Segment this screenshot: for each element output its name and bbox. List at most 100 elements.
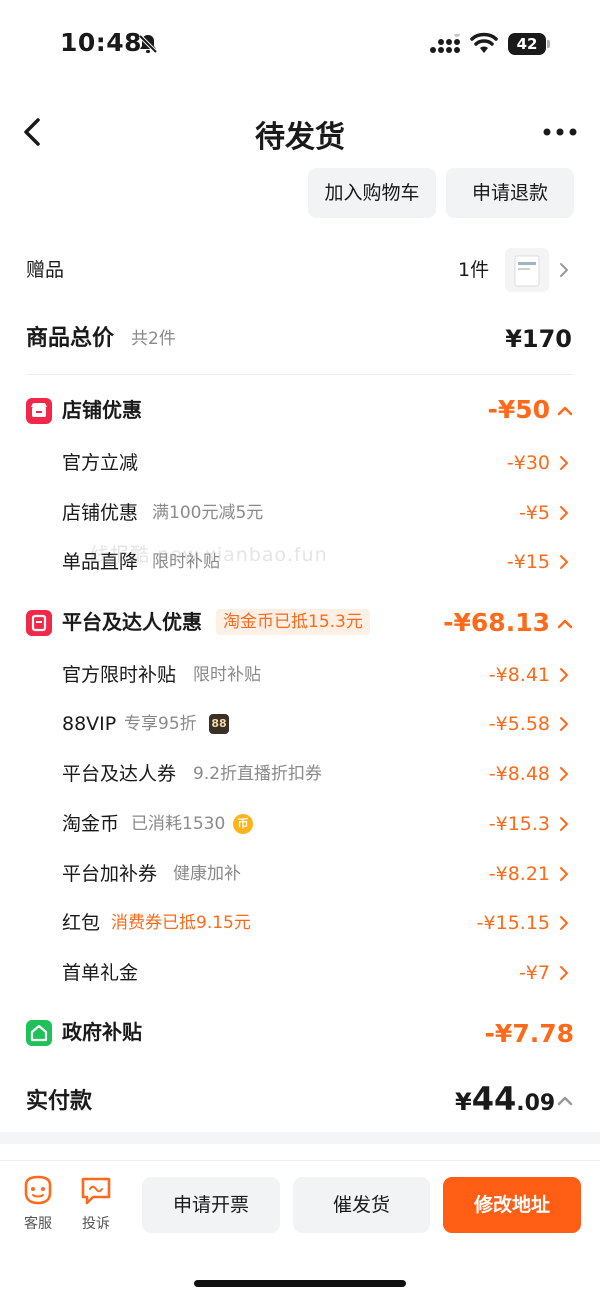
page-title: 待发货 xyxy=(255,120,345,155)
discount-item-row[interactable]: 官方限时补贴 限时补贴 -¥8.41 xyxy=(0,660,600,690)
product-count: 共2件 xyxy=(131,329,176,349)
discount-item-sub: 限时补贴 xyxy=(193,665,261,685)
battery-icon: 42 xyxy=(508,33,550,55)
discount-item-label: 官方限时补贴 xyxy=(62,664,177,686)
paid-currency: ¥ xyxy=(455,1088,472,1116)
watermark: 线报酷 new.xianbao.fun xyxy=(90,544,328,566)
discount-item-sub: 专享95折 xyxy=(124,714,197,734)
shop-discount-header[interactable]: 店铺优惠 -¥50 xyxy=(0,395,600,429)
nav-bar: 待发货 xyxy=(0,100,600,164)
chevron-right-icon xyxy=(560,817,568,831)
paid-label: 实付款 xyxy=(26,1089,93,1114)
88vip-badge-icon: 88 xyxy=(209,714,229,734)
customer-service-label: 客服 xyxy=(24,1216,52,1232)
chevron-right-icon xyxy=(560,767,568,781)
customer-service-button[interactable]: 客服 xyxy=(16,1175,60,1233)
chevron-right-icon xyxy=(560,668,568,682)
shop-discount-amount: -¥50 xyxy=(487,395,550,424)
chevron-right-icon xyxy=(560,717,568,731)
discount-item-amount: -¥8.21 xyxy=(488,863,550,885)
discount-item-label: 88VIP xyxy=(62,713,117,735)
platform-icon xyxy=(26,610,52,636)
product-total-row: 商品总价 共2件 ¥170 xyxy=(0,322,600,356)
product-total-label: 商品总价 xyxy=(26,326,115,351)
shop-discount-title: 店铺优惠 xyxy=(62,398,142,422)
chevron-right-icon xyxy=(560,966,568,980)
discount-item-label: 红包 xyxy=(62,912,101,934)
discount-item-amount: -¥7 xyxy=(518,962,550,984)
shop-icon xyxy=(26,398,52,424)
paid-row[interactable]: 实付款 ¥44.09 xyxy=(0,1080,600,1122)
chevron-up-icon xyxy=(557,1096,573,1106)
discount-item-row[interactable]: 首单礼金 -¥7 xyxy=(0,958,600,988)
gov-subsidy-title: 政府补贴 xyxy=(62,1020,142,1044)
discount-item-row[interactable]: 88VIP 专享95折 88 -¥5.58 xyxy=(0,709,600,739)
discount-item-row[interactable]: 官方立减 -¥30 xyxy=(0,448,600,478)
edit-address-button[interactable]: 修改地址 xyxy=(443,1177,581,1233)
discount-item-label: 平台及达人券 xyxy=(62,763,177,785)
discount-item-label: 淘金币 xyxy=(62,813,120,835)
request-invoice-button[interactable]: 申请开票 xyxy=(142,1177,280,1233)
complaint-icon xyxy=(81,1177,111,1205)
discount-item-sub: 健康加补 xyxy=(173,864,241,884)
gov-subsidy-row: 政府补贴 -¥7.78 xyxy=(0,1017,600,1051)
divider xyxy=(26,374,574,375)
discount-item-amount: -¥8.41 xyxy=(488,664,550,686)
discount-item-sub: 满100元减5元 xyxy=(152,503,264,523)
paid-integer: 44 xyxy=(471,1080,517,1118)
bottom-action-bar: 客服 投诉 申请开票 催发货 修改地址 xyxy=(0,1160,600,1300)
gov-subsidy-amount: -¥7.78 xyxy=(484,1019,574,1048)
discount-item-sub: 9.2折直播折扣券 xyxy=(193,764,323,784)
complaint-label: 投诉 xyxy=(82,1216,110,1232)
discount-item-row[interactable]: 淘金币 已消耗1530 币 -¥15.3 xyxy=(0,809,600,839)
customer-service-icon xyxy=(24,1175,52,1205)
chevron-right-icon xyxy=(560,456,568,470)
discount-item-amount: -¥30 xyxy=(506,452,550,474)
gift-label: 赠品 xyxy=(26,259,65,281)
coin-icon: 币 xyxy=(233,814,253,834)
platform-discount-title: 平台及达人优惠 xyxy=(62,610,202,634)
complaint-button[interactable]: 投诉 xyxy=(74,1175,118,1233)
chevron-right-icon xyxy=(560,916,568,930)
gift-quantity: 1件 xyxy=(458,259,490,281)
wifi-icon xyxy=(470,32,498,53)
discount-item-label: 平台加补券 xyxy=(62,863,158,885)
paid-decimal: .09 xyxy=(516,1091,556,1116)
battery-level: 42 xyxy=(508,33,546,55)
chevron-right-icon xyxy=(560,506,568,520)
add-to-cart-button[interactable]: 加入购物车 xyxy=(308,168,436,218)
platform-discount-header[interactable]: 平台及达人优惠 淘金币已抵15.3元 -¥68.13 xyxy=(0,607,600,641)
gift-row[interactable]: 赠品 1件 xyxy=(0,248,600,292)
discount-item-label: 官方立减 xyxy=(62,452,139,474)
discount-item-amount: -¥15.15 xyxy=(476,912,550,934)
discount-item-label: 店铺优惠 xyxy=(62,502,139,524)
chevron-right-icon xyxy=(560,263,568,277)
section-separator xyxy=(0,1132,600,1144)
discount-item-amount: -¥15 xyxy=(506,551,550,573)
request-refund-button[interactable]: 申请退款 xyxy=(446,168,574,218)
discount-item-row[interactable]: 平台及达人券 9.2折直播折扣券 -¥8.48 xyxy=(0,759,600,789)
discount-item-row[interactable]: 红包 消费券已抵9.15元 -¥15.15 xyxy=(0,908,600,938)
product-total-value: ¥170 xyxy=(505,325,572,353)
bell-off-icon xyxy=(138,34,158,54)
more-icon[interactable] xyxy=(542,126,578,138)
discount-item-label: 首单礼金 xyxy=(62,962,139,984)
discount-item-amount: -¥5.58 xyxy=(488,713,550,735)
status-time: 10:48 xyxy=(60,28,143,57)
urge-shipment-button[interactable]: 催发货 xyxy=(293,1177,430,1233)
platform-discount-amount: -¥68.13 xyxy=(443,608,550,637)
paid-amount: ¥44.09 xyxy=(455,1080,555,1118)
discount-item-sub: 已消耗1530 xyxy=(131,814,226,834)
discount-item-row[interactable]: 店铺优惠 满100元减5元 -¥5 xyxy=(0,498,600,528)
home-indicator xyxy=(194,1280,406,1287)
gift-thumbnail xyxy=(505,248,549,292)
discount-item-sub: 消费券已抵9.15元 xyxy=(111,913,251,933)
chevron-right-icon xyxy=(560,867,568,881)
gov-subsidy-icon xyxy=(26,1020,52,1046)
discount-item-amount: -¥15.3 xyxy=(488,813,550,835)
cellular-signal-icon xyxy=(430,34,460,53)
discount-item-row[interactable]: 平台加补券 健康加补 -¥8.21 xyxy=(0,859,600,889)
chevron-up-icon xyxy=(557,406,573,416)
chevron-right-icon xyxy=(560,555,568,569)
discount-item-amount: -¥5 xyxy=(518,502,550,524)
